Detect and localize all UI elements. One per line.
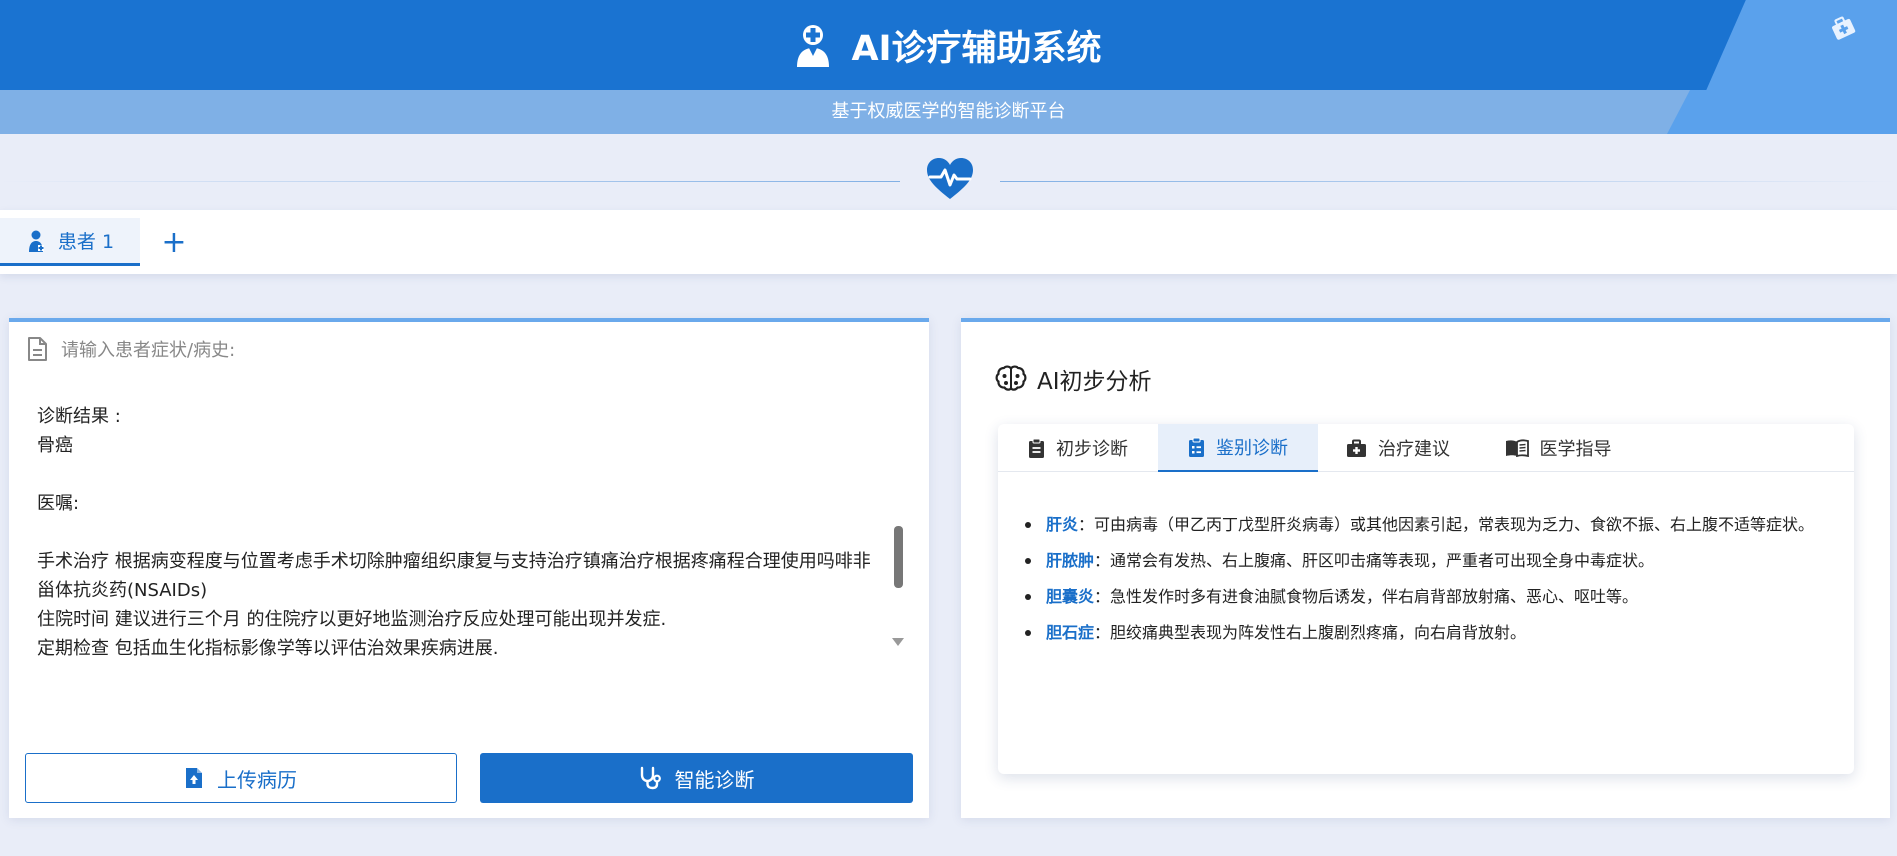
tab-differential-diagnosis[interactable]: 鉴别诊断 (1158, 424, 1318, 472)
header: AI诊疗辅助系统 (0, 0, 1897, 90)
scroll-down-arrow-icon[interactable] (892, 638, 904, 646)
upload-button-label: 上传病历 (217, 767, 297, 792)
upload-record-button[interactable]: 上传病历 (25, 753, 457, 803)
app-title: AI诊疗辅助系统 (851, 28, 1102, 69)
doctor-icon (797, 25, 830, 67)
add-patient-button[interactable]: + (156, 224, 192, 260)
list-item: 胆石症：胆绞痛典型表现为阵发性右上腹剧烈疼痛，向右肩背放射。 (1022, 620, 1832, 646)
heartbeat-icon (927, 158, 973, 199)
list-item: 肝炎：可由病毒（甲乙丙丁戊型肝炎病毒）或其他因素引起，常表现为乏力、食欲不振、右… (1022, 512, 1832, 538)
tab-treatment-advice[interactable]: 治疗建议 (1318, 424, 1478, 472)
bullet (1025, 594, 1031, 600)
upload-file-icon (186, 768, 202, 788)
bullet (1025, 522, 1031, 528)
differential-diagnosis-list: 肝炎：可由病毒（甲乙丙丁戊型肝炎病毒）或其他因素引起，常表现为乏力、食欲不振、右… (1022, 512, 1832, 656)
analysis-title-group: AI初步分析 (995, 362, 1152, 396)
diagnosis-term[interactable]: 肝脓肿 (1046, 551, 1094, 570)
analysis-title: AI初步分析 (1037, 369, 1152, 395)
header-title-group: AI诊疗辅助系统 (0, 20, 1897, 70)
checklist-icon (1189, 437, 1204, 457)
symptom-input-panel: 请输入患者症状/病史: 诊断结果 : 骨癌 医嘱: 手术治疗 根据病变程度与位置… (9, 318, 929, 818)
heartbeat-divider (0, 150, 1897, 206)
medical-record-text[interactable]: 诊断结果 : 骨癌 医嘱: 手术治疗 根据病变程度与位置考虑手术切除肿瘤组织康复… (37, 402, 887, 660)
brain-icon (995, 365, 1027, 391)
tab-label: 鉴别诊断 (1216, 438, 1288, 459)
scrollbar-thumb[interactable] (894, 526, 903, 588)
smart-diagnosis-button[interactable]: 智能诊断 (480, 753, 913, 803)
patient-tab-1[interactable]: 患者 1 (0, 218, 140, 266)
tab-label: 医学指导 (1539, 439, 1612, 460)
tab-label: 初步诊断 (1056, 439, 1128, 460)
patient-tab-label: 患者 1 (57, 231, 115, 253)
diagnosis-description: ：可由病毒（甲乙丙丁戊型肝炎病毒）或其他因素引起，常表现为乏力、食欲不振、右上腹… (1078, 515, 1815, 534)
subheader: 基于权威医学的智能诊断平台 (0, 90, 1897, 134)
diagnosis-button-label: 智能诊断 (674, 767, 755, 792)
input-label-group: 请输入患者症状/病史: (27, 336, 235, 362)
patient-icon (28, 230, 44, 252)
diagnosis-term[interactable]: 胆石症 (1046, 623, 1094, 642)
list-item: 胆囊炎：急性发作时多有进食油腻食物后诱发，伴右肩背部放射痛、恶心、呕吐等。 (1022, 584, 1832, 610)
divider-line-left (0, 181, 900, 182)
diagnosis-description: ：胆绞痛典型表现为阵发性右上腹剧烈疼痛，向右肩背放射。 (1094, 623, 1527, 642)
document-icon (28, 337, 47, 361)
medkit-icon[interactable] (1829, 14, 1857, 42)
analysis-card: 初步诊断 鉴别诊断 治疗建议 医学指导 肝炎：可由病毒（甲乙丙丁戊型肝炎病毒）或… (998, 424, 1854, 774)
analysis-tabs: 初步诊断 鉴别诊断 治疗建议 医学指导 (998, 424, 1854, 472)
app-root: AI诊疗辅助系统 基于权威医学的智能诊断平台 患者 1 + 请输入患者症状/病史… (0, 0, 1897, 856)
tab-preliminary-diagnosis[interactable]: 初步诊断 (998, 424, 1158, 472)
textarea-scrollbar[interactable] (891, 402, 905, 660)
stethoscope-icon (640, 766, 661, 790)
list-item: 肝脓肿：通常会有发热、右上腹痛、肝区叩击痛等表现，严重者可出现全身中毒症状。 (1022, 548, 1832, 574)
diagnosis-term[interactable]: 肝炎 (1046, 515, 1078, 534)
ai-analysis-panel: AI初步分析 初步诊断 鉴别诊断 治疗建议 医学指导 肝炎：可由病毒（甲乙丙丁戊… (961, 318, 1890, 818)
symptom-textarea[interactable]: 诊断结果 : 骨癌 医嘱: 手术治疗 根据病变程度与位置考虑手术切除肿瘤组织康复… (27, 402, 911, 660)
tab-label: 治疗建议 (1378, 439, 1450, 460)
symptom-input-label: 请输入患者症状/病史: (61, 340, 236, 361)
divider-line-right (1000, 181, 1897, 182)
clipboard-icon (1029, 438, 1044, 458)
diagnosis-term[interactable]: 胆囊炎 (1046, 587, 1094, 606)
bullet (1025, 558, 1031, 564)
app-subtitle: 基于权威医学的智能诊断平台 (831, 101, 1066, 122)
tab-medical-guidance[interactable]: 医学指导 (1478, 424, 1638, 472)
book-icon (1505, 439, 1529, 457)
patient-tab-bar: 患者 1 + (0, 210, 1897, 274)
diagnosis-description: ：通常会有发热、右上腹痛、肝区叩击痛等表现，严重者可出现全身中毒症状。 (1094, 551, 1655, 570)
bullet (1025, 630, 1031, 636)
medical-bag-icon (1347, 439, 1366, 457)
diagnosis-description: ：急性发作时多有进食油腻食物后诱发，伴右肩背部放射痛、恶心、呕吐等。 (1094, 587, 1639, 606)
